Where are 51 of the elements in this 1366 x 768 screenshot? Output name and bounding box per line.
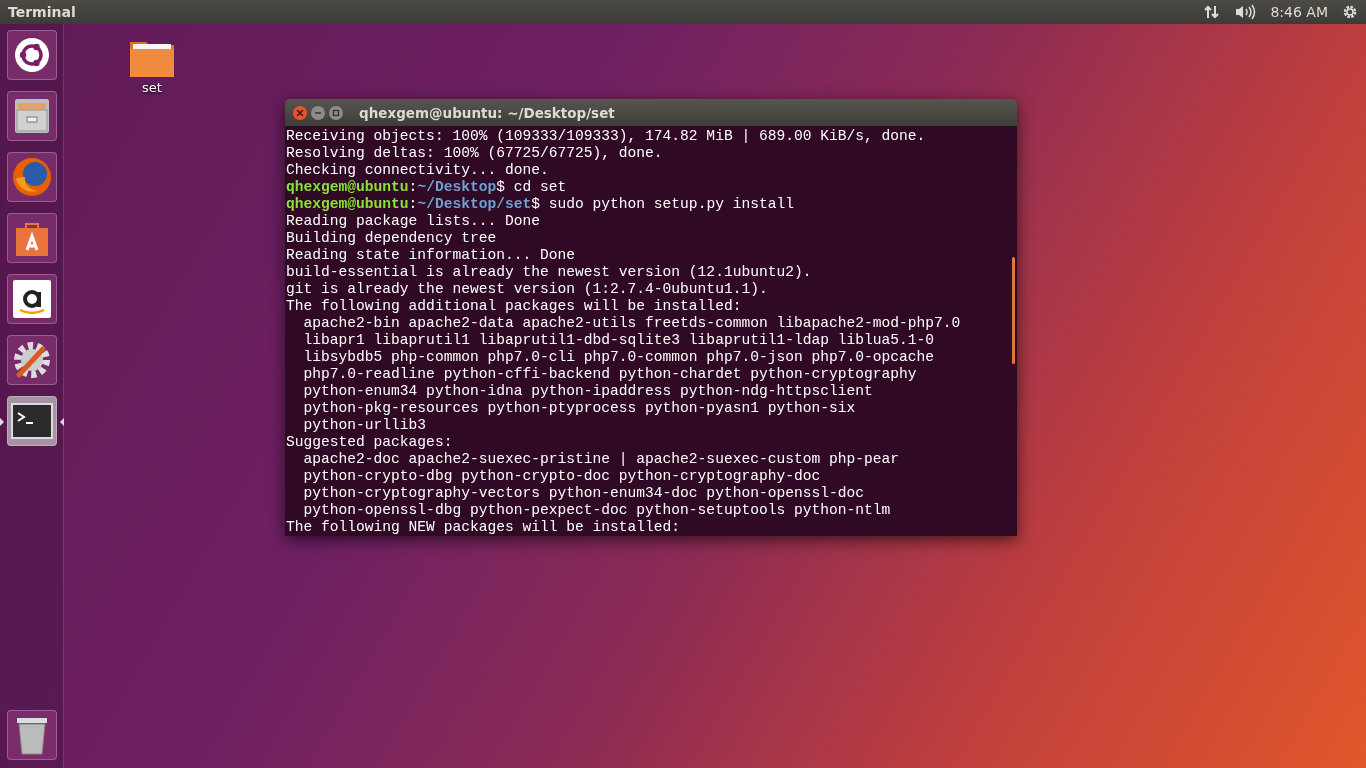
trash-icon — [14, 715, 49, 755]
launcher-item[interactable] — [6, 710, 57, 760]
output-line: The following additional packages will be installed: — [286, 298, 742, 315]
clock-text[interactable]: 8:46 AM — [1270, 4, 1328, 20]
launcher-item[interactable] — [6, 274, 57, 324]
output-line: python-enum34 python-idna python-ipaddress python-ndg-httpsclient — [302, 383, 873, 400]
folder-label: set — [142, 80, 162, 95]
ubuntu-logo-icon — [12, 36, 51, 74]
output-line: Reading package lists... Done — [286, 213, 540, 230]
window-title: qhexgem@ubuntu: ~/Desktop/set — [359, 104, 615, 121]
output-line: Suggested packages: — [286, 434, 453, 451]
minimize-button[interactable] — [311, 105, 325, 120]
fox-globe-icon — [10, 156, 53, 198]
launcher-item[interactable] — [6, 91, 57, 141]
output-line: Reading state information... Done — [286, 247, 575, 264]
letter-a-smile-icon — [11, 279, 52, 319]
output-line: python-urllib3 — [302, 417, 427, 434]
prompt-line: qhexgem@ubuntu:~/Desktop/set$ sudo python setup.py install — [286, 196, 794, 213]
output-line: python-cryptography-vectors python-enum34-doc python-openssl-doc — [302, 485, 864, 502]
output-line: Checking connectivity... done. — [286, 162, 549, 179]
output-line: git is already the newest version (1:2.7.4-0ubuntu1.1). — [286, 281, 768, 298]
launcher-item[interactable] — [6, 335, 57, 385]
terminal-icon — [9, 402, 54, 440]
active-indicator-icon — [59, 418, 64, 426]
launcher-item[interactable] — [6, 213, 57, 263]
maximize-icon — [332, 108, 340, 117]
active-indicator-icon — [0, 418, 4, 426]
output-line: Building dependency tree — [286, 230, 497, 247]
output-line: apache2-bin apache2-data apache2-utils freetds-common libapache2-mod-php7.0 — [302, 315, 961, 332]
scrollbar[interactable] — [1012, 257, 1015, 364]
prompt-line: qhexgem@ubuntu:~/Desktop$ cd set — [286, 179, 567, 196]
output-line: php7.0-readline python-cffi-backend python-chardet python-cryptography — [302, 366, 917, 383]
output-line: build-essential is already the newest version (12.1ubuntu2). — [286, 264, 812, 281]
output-line: Receiving objects: 100% (109333/109333), 174.82 MiB | 689.00 KiB/s, done. — [286, 128, 926, 145]
settings-icon[interactable] — [1342, 4, 1358, 20]
output-line: python-pkg-resources python-ptyprocess python-pyasn1 python-six — [302, 400, 856, 417]
close-button[interactable] — [293, 105, 307, 120]
output-line: python-crypto-dbg python-crypto-doc python-cryptography-doc — [302, 468, 821, 485]
output-line: The following NEW packages will be installed: — [286, 519, 681, 536]
output-line: libapr1 libaprutil1 libaprutil1-dbd-sqlite3 libaprutil1-ldap liblua5.1-0 — [302, 332, 935, 349]
maximize-button[interactable] — [329, 105, 343, 120]
app-title: Terminal — [8, 4, 76, 20]
launcher-item[interactable] — [6, 30, 57, 80]
volume-icon[interactable] — [1234, 4, 1257, 20]
output-line: libsybdb5 php-common php7.0-cli php7.0-common php7.0-json php7.0-opcache — [302, 349, 935, 366]
output-line: Resolving deltas: 100% (67725/67725), done. — [286, 145, 663, 162]
output-line: apache2-doc apache2-suexec-pristine | apache2-suexec-custom php-pear — [302, 451, 900, 468]
output-line: python-openssl-dbg python-pexpect-doc python-setuptools python-ntlm — [302, 502, 891, 519]
launcher-item[interactable] — [6, 152, 57, 202]
close-icon — [296, 108, 304, 117]
network-arrows-icon[interactable] — [1204, 4, 1221, 20]
